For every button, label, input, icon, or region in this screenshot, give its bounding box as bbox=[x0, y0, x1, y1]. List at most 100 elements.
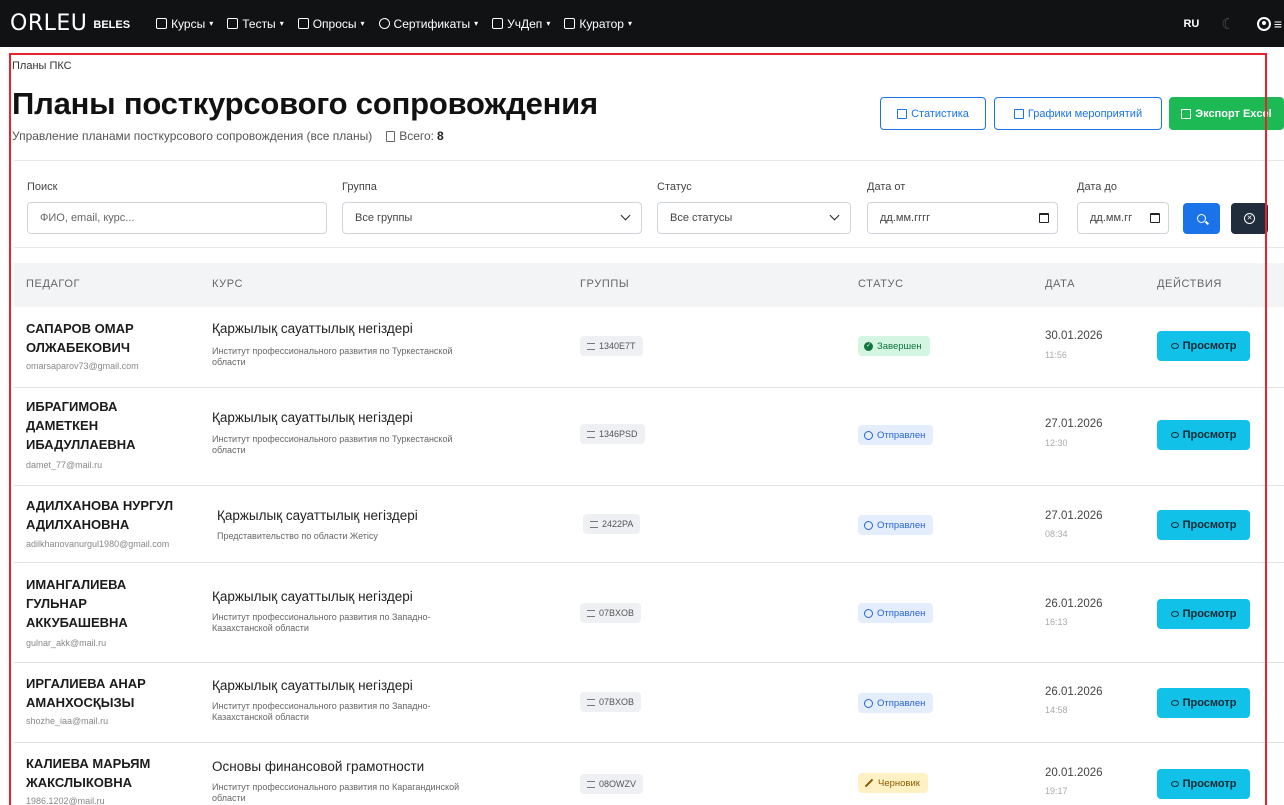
teacher-name: ИМАНГАЛИЕВА ГУЛЬНАР АККУБАШЕВНА bbox=[26, 575, 128, 632]
export-excel-button-label: Экспорт Excel bbox=[1195, 107, 1272, 120]
export-excel-button[interactable]: Экспорт Excel bbox=[1169, 97, 1284, 130]
nav-item-polls[interactable]: Опросы ▾ bbox=[297, 17, 365, 31]
brand-subtitle: BELES bbox=[93, 18, 131, 31]
course-title: Қаржылық сауаттылық негіздері bbox=[212, 410, 413, 425]
certificate-icon bbox=[378, 18, 390, 29]
clock-icon bbox=[864, 698, 873, 708]
view-button-label: Просмотр bbox=[1182, 608, 1237, 620]
row-time: 16:13 bbox=[1045, 617, 1068, 627]
group-select[interactable]: Все группы bbox=[342, 202, 642, 234]
nav-menu: Курсы ▾ Тесты ▾ Опросы ▾ Сертификаты ▾ УчДеп… bbox=[156, 17, 646, 31]
event-schedules-button[interactable]: Графики мероприятий bbox=[994, 97, 1162, 130]
search-button[interactable] bbox=[1183, 203, 1220, 234]
teacher-name-line: САПАРОВ ОМАР bbox=[26, 321, 134, 336]
reset-filters-button[interactable]: ✕ bbox=[1231, 203, 1268, 234]
teacher-name: САПАРОВ ОМАР ОЛЖАБЕКОВИЧ bbox=[26, 319, 134, 357]
row-time: 19:17 bbox=[1045, 786, 1068, 796]
org-line: области bbox=[212, 357, 246, 367]
nav-item-courses[interactable]: Курсы ▾ bbox=[156, 17, 213, 31]
caret-down-icon: ▾ bbox=[360, 19, 365, 28]
menu-icon[interactable]: ≡ bbox=[1274, 16, 1282, 32]
course-title: Қаржылық сауаттылық негіздері bbox=[212, 321, 413, 336]
view-button[interactable]: Просмотр bbox=[1157, 510, 1250, 540]
status-badge: Отправлен bbox=[858, 603, 934, 623]
calendar-icon[interactable] bbox=[1039, 213, 1049, 223]
calendar-icon[interactable] bbox=[1150, 213, 1160, 223]
eye-icon bbox=[1170, 432, 1179, 438]
view-button[interactable]: Просмотр bbox=[1157, 769, 1250, 799]
view-button[interactable]: Просмотр bbox=[1157, 420, 1250, 450]
teacher-email: adilkhanovanurgul1980@gmail.com bbox=[26, 539, 170, 549]
view-button[interactable]: Просмотр bbox=[1157, 331, 1250, 361]
teacher-name-line: ЖАКСЛЫКОВНА bbox=[26, 775, 133, 790]
view-button-label: Просмотр bbox=[1182, 778, 1237, 790]
nav-right: RU ☾ ≡ bbox=[1183, 0, 1284, 47]
course-title: Қаржылық сауаттылық негіздері bbox=[217, 508, 418, 523]
column-header-groups[interactable]: ГРУППЫ bbox=[580, 278, 629, 290]
nav-item-tests[interactable]: Тесты ▾ bbox=[227, 16, 284, 31]
users-icon bbox=[587, 780, 595, 788]
user-circle-icon[interactable] bbox=[1256, 16, 1271, 31]
pencil-icon bbox=[864, 778, 874, 788]
column-header-date[interactable]: ДАТА bbox=[1045, 278, 1075, 290]
clock-icon bbox=[864, 430, 873, 440]
eye-icon bbox=[1170, 781, 1179, 787]
course-title: Қаржылық сауаттылық негіздері bbox=[212, 589, 413, 604]
search-input[interactable]: ФИО, email, курс... bbox=[27, 202, 327, 234]
table-row bbox=[14, 486, 1284, 563]
nav-item-certificates[interactable]: Сертификаты ▾ bbox=[378, 17, 479, 31]
brand[interactable]: ORLEU BELES bbox=[10, 11, 130, 36]
close-circle-icon: ✕ bbox=[1244, 213, 1255, 224]
teacher-name-line: КАЛИЕВА МАРЬЯМ bbox=[26, 756, 151, 771]
status-select[interactable]: Все статусы bbox=[657, 202, 851, 234]
nav-item-curator[interactable]: Куратор ▾ bbox=[564, 17, 632, 31]
breadcrumb[interactable]: Планы ПКС bbox=[12, 60, 72, 72]
date-from-input[interactable]: дд.мм.гггг bbox=[867, 202, 1058, 234]
status-badge: Отправлен bbox=[858, 693, 934, 713]
moon-icon[interactable]: ☾ bbox=[1221, 15, 1234, 33]
total-count: 8 bbox=[437, 129, 444, 143]
group-badge: 2422PA bbox=[583, 514, 641, 534]
clock-icon bbox=[864, 608, 873, 618]
language-switch[interactable]: RU bbox=[1183, 18, 1199, 30]
view-button-label: Просмотр bbox=[1182, 697, 1237, 709]
row-date: 26.01.2026 bbox=[1045, 686, 1103, 698]
column-header-status[interactable]: СТАТУС bbox=[858, 278, 904, 290]
caret-down-icon: ▾ bbox=[474, 19, 479, 28]
search-label: Поиск bbox=[27, 181, 58, 193]
group-label: Группа bbox=[342, 181, 377, 193]
teacher-name: АДИЛХАНОВА НУРГУЛ АДИЛХАНОВНА bbox=[26, 496, 173, 534]
column-header-course[interactable]: КУРС bbox=[212, 278, 243, 290]
teacher-email: 1986.1202@mail.ru bbox=[26, 796, 105, 805]
chevron-down-icon bbox=[620, 210, 631, 221]
teacher-email: damet_77@mail.ru bbox=[26, 460, 103, 470]
teacher-name-line: ИБРАГИМОВА bbox=[26, 399, 118, 414]
row-time: 14:58 bbox=[1045, 705, 1068, 715]
eye-icon bbox=[1170, 611, 1179, 617]
nav-item-label: Тесты bbox=[242, 16, 276, 31]
row-date: 27.01.2026 bbox=[1045, 418, 1103, 430]
status-badge: Отправлен bbox=[858, 425, 934, 445]
group-badge: 07BXOB bbox=[580, 603, 642, 623]
view-button[interactable]: Просмотр bbox=[1157, 599, 1250, 629]
date-to-input[interactable]: дд.мм.гг bbox=[1077, 202, 1169, 234]
group-code: 08OWZV bbox=[599, 779, 637, 789]
statistics-button[interactable]: Статистика bbox=[880, 97, 986, 130]
page-subtitle: Управление планами посткурсового сопрово… bbox=[12, 129, 444, 143]
org-line: Представительство по области Жетісу bbox=[217, 531, 378, 541]
teacher-name: КАЛИЕВА МАРЬЯМ ЖАКСЛЫКОВНА bbox=[26, 754, 150, 792]
status-text: Черновик bbox=[878, 777, 920, 789]
column-header-teacher[interactable]: ПЕДАГОГ bbox=[26, 278, 80, 290]
teacher-name-line: ИМАНГАЛИЕВА bbox=[26, 577, 127, 592]
org-line: области bbox=[212, 793, 246, 803]
table-row bbox=[14, 388, 1284, 486]
teacher-name-line: ОЛЖАБЕКОВИЧ bbox=[26, 340, 130, 355]
group-code: 1340E7T bbox=[599, 341, 636, 351]
teacher-name-line: ГУЛЬНАР bbox=[26, 596, 87, 611]
eye-icon bbox=[1170, 522, 1179, 528]
view-button[interactable]: Просмотр bbox=[1157, 688, 1250, 718]
users-icon bbox=[587, 342, 595, 350]
chart-icon bbox=[564, 18, 576, 29]
view-button-label: Просмотр bbox=[1182, 340, 1237, 352]
nav-item-educational-dept[interactable]: УчДеп ▾ bbox=[492, 17, 550, 31]
